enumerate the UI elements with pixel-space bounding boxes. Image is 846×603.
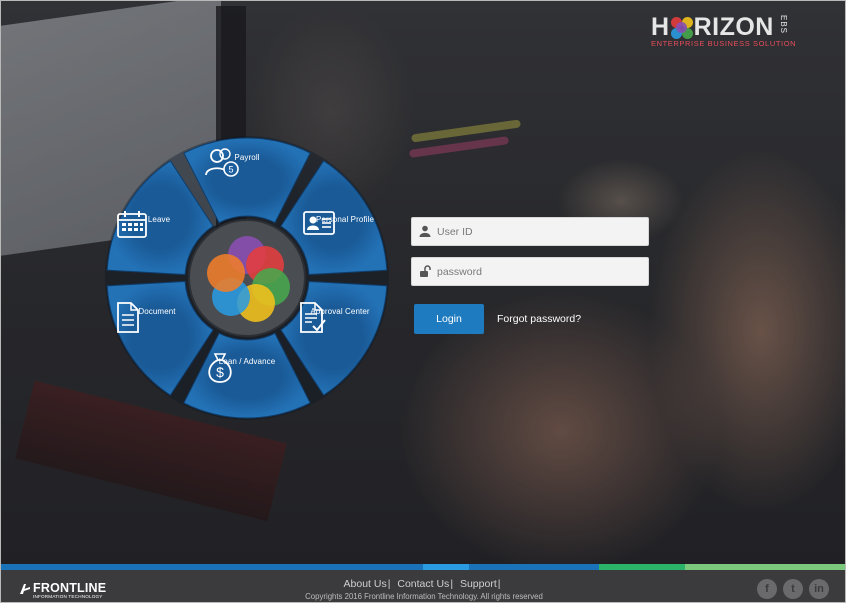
svg-text:$: $ [216,364,224,380]
brand-name-h: H [651,13,670,41]
password-input[interactable] [437,258,645,285]
link-separator: | [450,578,454,590]
user-id-input[interactable] [437,218,645,245]
footer-links: About Us| Contact Us| Support| [1,578,845,590]
horizon-logo: H RIZON EBS ENTERPRISE BUSINESS SOLUTION [651,13,796,49]
brand-color-dots-icon [670,16,693,39]
login-page: H RIZON EBS ENTERPRISE BUSINESS SOLUTION [0,0,846,603]
forgot-password-link[interactable]: Forgot password? [497,313,581,325]
about-us-link[interactable]: About Us [344,578,387,590]
module-leave[interactable]: Leave [116,209,202,238]
brand-suffix: EBS [779,15,788,35]
facebook-icon[interactable]: f [757,579,777,599]
contact-us-link[interactable]: Contact Us [397,578,449,590]
footer: FRONTLINE INFORMATION TECHNOLOGY About U… [1,570,845,602]
module-document[interactable]: Document [114,301,200,333]
link-separator: | [387,578,391,590]
module-loan-advance[interactable]: $ Loan / Advance [204,351,290,383]
id-card-icon [303,211,335,235]
brand-name: H RIZON [651,13,774,42]
login-button[interactable]: Login [414,304,484,334]
brand-tagline: ENTERPRISE BUSINESS SOLUTION [651,39,797,48]
user-id-field[interactable] [411,217,649,246]
calendar-icon [117,211,147,238]
module-label: Leave [147,215,171,224]
module-approval-center[interactable]: Approval Center [297,301,383,333]
document-icon [117,302,139,333]
payroll-people-icon: 5 [205,148,239,177]
money-bag-icon: $ [208,353,232,383]
copyright-text: Copyrights 2016 Frontline Information Te… [305,592,543,601]
module-wheel: 5 Payroll Personal Profile Approval Cent… [104,135,390,421]
payroll-badge: 5 [228,165,233,175]
link-separator: | [497,578,501,590]
brand-name-rizon: RIZON [693,13,774,41]
unlock-icon [420,265,431,277]
hub-color-logo-icon [197,228,297,328]
module-payroll[interactable]: 5 Payroll [204,147,290,177]
twitter-icon[interactable]: t [783,579,803,599]
linkedin-icon[interactable]: in [809,579,829,599]
module-personal-profile[interactable]: Personal Profile [302,209,388,235]
module-label: Document [138,307,176,316]
approval-document-icon [300,302,326,333]
user-icon [419,225,431,237]
password-field[interactable] [411,257,649,286]
support-link[interactable]: Support [460,578,497,590]
